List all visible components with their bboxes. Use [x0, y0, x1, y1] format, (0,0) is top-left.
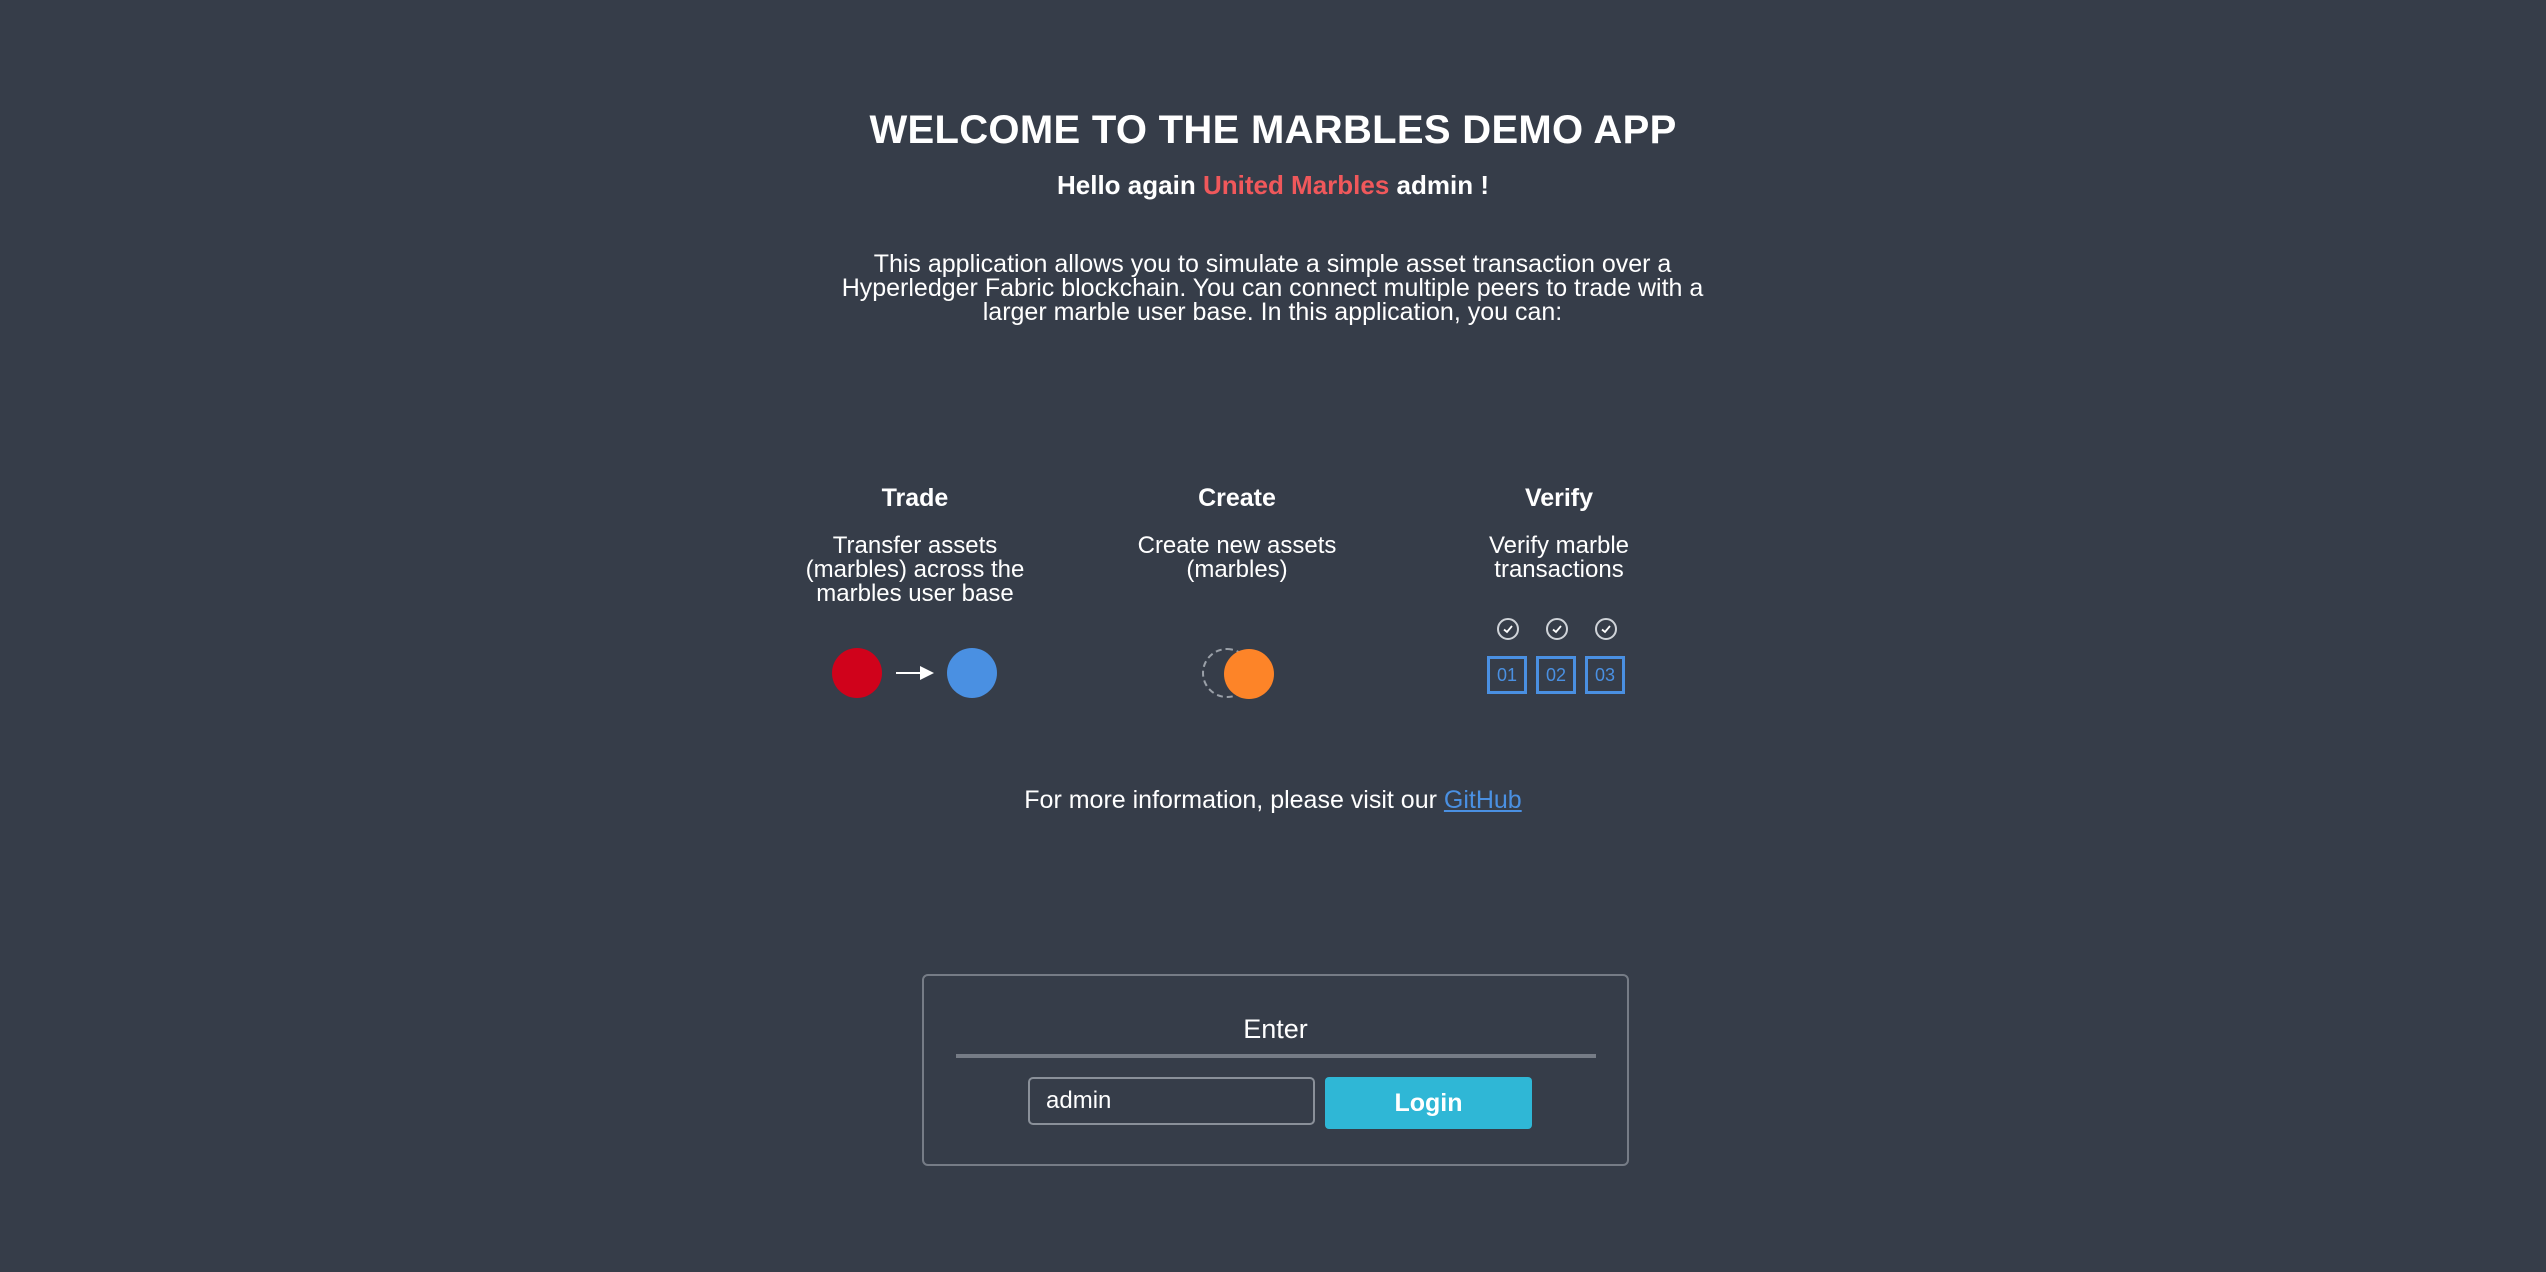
check-circle-icon	[1546, 618, 1568, 640]
feature-description: Transfer assets (marbles) across the mar…	[805, 532, 1025, 607]
new-marble-icon	[1224, 649, 1274, 699]
block-box: 02	[1536, 656, 1576, 694]
divider	[956, 1054, 1596, 1058]
blue-marble-icon	[947, 648, 997, 698]
block-box: 03	[1585, 656, 1625, 694]
more-info: For more information, please visit our G…	[0, 786, 2546, 815]
greeting-user: admin !	[1396, 170, 1489, 200]
welcome-page: WELCOME TO THE MARBLES DEMO APP Hello ag…	[0, 0, 2546, 1272]
login-title: Enter	[1243, 1014, 1308, 1044]
feature-title: Verify	[1524, 484, 1594, 512]
feature-create: Create Create new assets (marbles)	[1117, 484, 1357, 582]
company-name: United Marbles	[1202, 170, 1390, 200]
feature-title: Create	[1198, 484, 1276, 512]
login-panel: Enter Login	[922, 974, 1629, 1166]
more-info-text: For more information, please visit our	[1024, 786, 1437, 814]
github-link[interactable]: GitHub	[1444, 786, 1522, 814]
intro-text: This application allows you to simulate …	[841, 250, 1704, 326]
arrow-head-icon	[920, 666, 934, 680]
arrow-right-icon	[896, 672, 922, 674]
check-circle-icon	[1595, 618, 1617, 640]
page-title: WELCOME TO THE MARBLES DEMO APP	[869, 108, 1677, 152]
feature-verify: Verify Verify marble transactions	[1439, 484, 1679, 582]
trade-graphic	[832, 648, 1002, 700]
username-input[interactable]	[1028, 1077, 1315, 1125]
feature-title: Trade	[881, 484, 949, 512]
block-box: 01	[1487, 656, 1527, 694]
greeting-prefix: Hello again	[1057, 170, 1196, 200]
feature-trade: Trade Transfer assets (marbles) across t…	[795, 484, 1035, 606]
greeting: Hello again United Marbles admin !	[0, 170, 2546, 201]
check-circle-icon	[1497, 618, 1519, 640]
feature-description: Create new assets (marbles)	[1137, 532, 1337, 583]
create-graphic	[1202, 648, 1282, 700]
feature-description: Verify marble transactions	[1488, 532, 1630, 583]
login-button[interactable]: Login	[1325, 1077, 1532, 1129]
red-marble-icon	[832, 648, 882, 698]
verify-graphic: 01 02 03	[1487, 618, 1632, 698]
